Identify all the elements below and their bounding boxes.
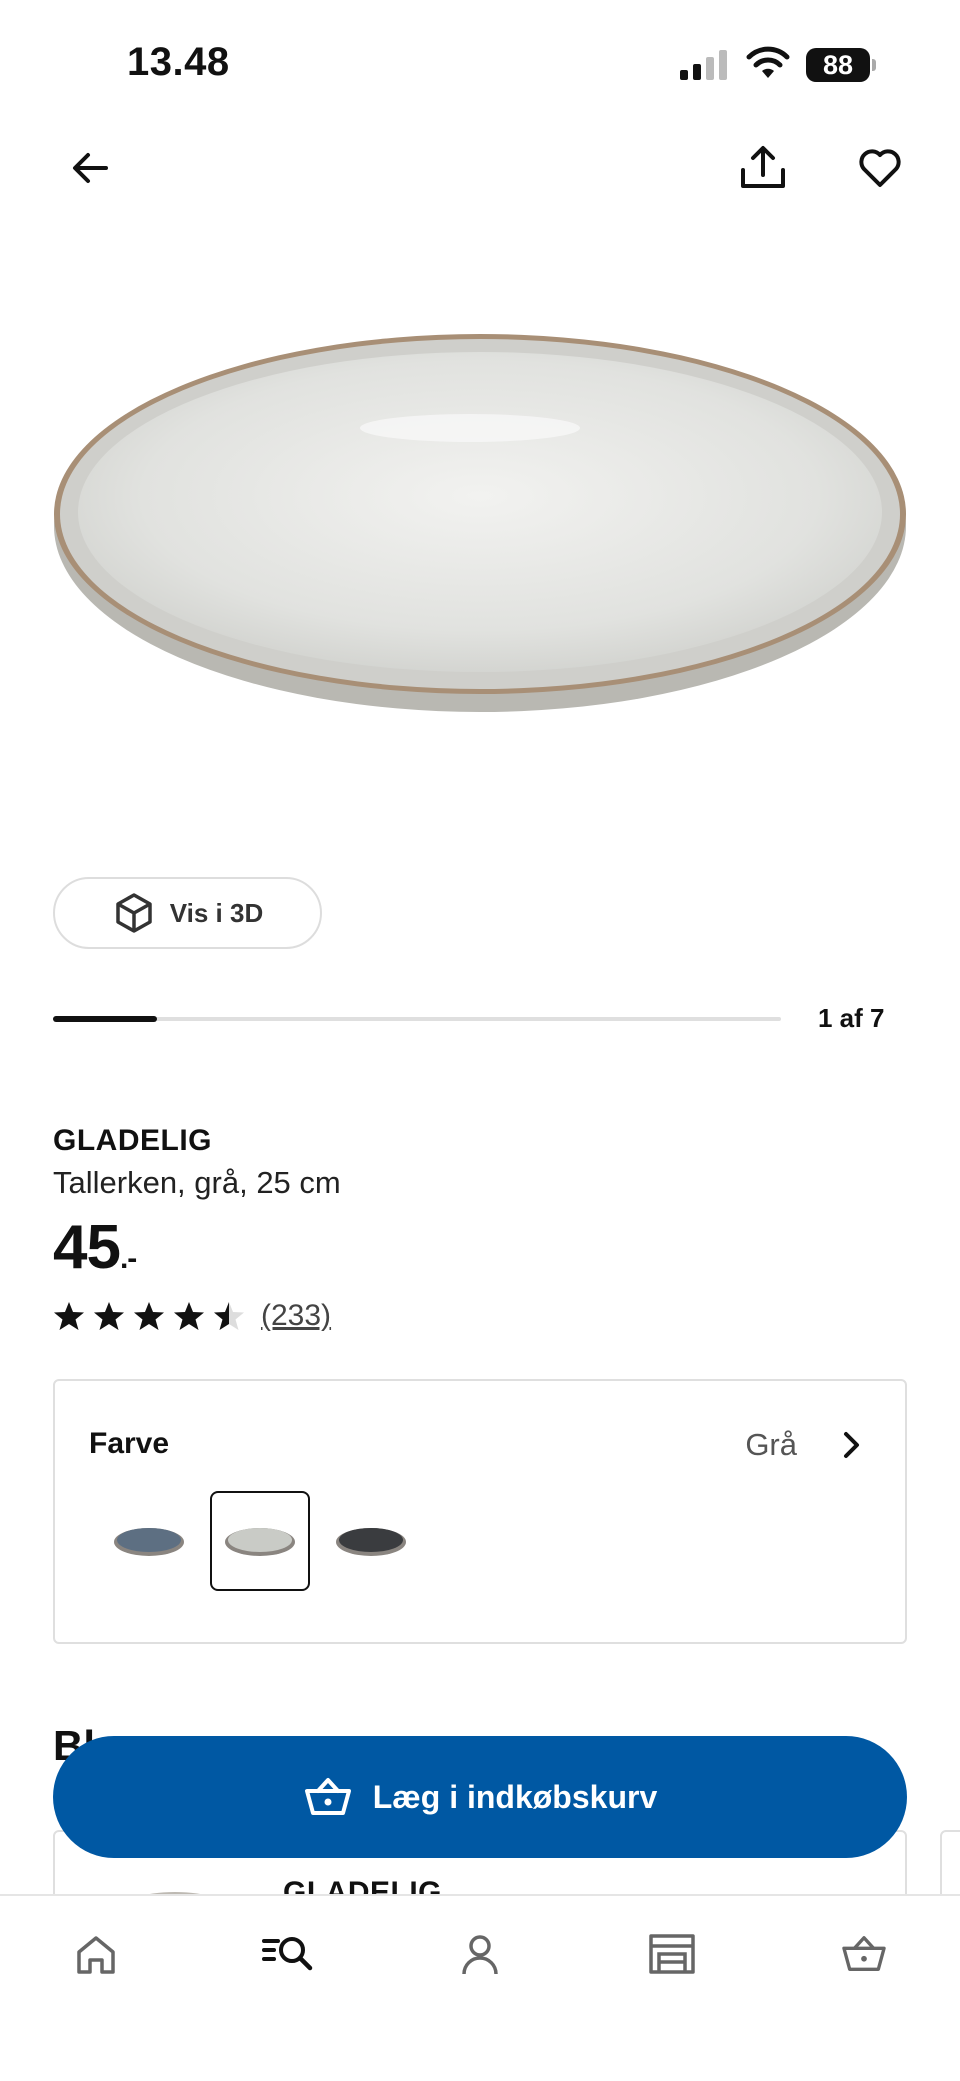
price-suffix: .- (119, 1242, 137, 1275)
gallery-progress-fill (53, 1016, 158, 1022)
color-swatch[interactable] (321, 1491, 421, 1591)
star-icon (134, 1302, 164, 1330)
product-image[interactable] (40, 300, 920, 760)
add-to-cart-button[interactable]: Læg i indkøbskurv (53, 1736, 907, 1858)
nav-store[interactable] (632, 1924, 712, 1984)
gallery-counter: 1 af 7 (818, 1003, 885, 1033)
back-button[interactable] (58, 136, 122, 200)
profile-icon (462, 1935, 498, 1975)
nav-search[interactable] (248, 1924, 328, 1984)
nav-cart[interactable] (824, 1924, 904, 1984)
cart-icon (842, 1936, 886, 1971)
color-swatch[interactable] (210, 1491, 310, 1591)
search-icon (262, 1937, 313, 1971)
view-3d-label: Vis i 3D (169, 897, 264, 928)
view-3d-button[interactable]: Vis i 3D (53, 877, 322, 949)
heart-icon (859, 149, 901, 187)
star-icon (94, 1302, 124, 1330)
store-icon (649, 1934, 695, 1974)
status-bar: 13.48 88 (0, 0, 960, 130)
price-value: 45 (53, 1213, 121, 1282)
product-price: 45.- (53, 1212, 137, 1283)
star-icon (214, 1302, 244, 1330)
battery-level: 88 (806, 48, 870, 82)
arrow-left-icon (73, 153, 108, 183)
star-icon (174, 1302, 204, 1330)
gallery-progress (53, 1016, 781, 1022)
home-icon (77, 1936, 115, 1974)
nav-home[interactable] (56, 1924, 136, 1984)
color-label: Farve (89, 1427, 170, 1460)
rating[interactable]: (233) (53, 1298, 331, 1334)
swatch-plate-icon (225, 1528, 295, 1556)
product-name: GLADELIG (53, 1124, 212, 1157)
color-selector[interactable]: Farve Grå (53, 1379, 907, 1644)
rating-stars (53, 1300, 245, 1332)
share-button[interactable] (731, 136, 795, 200)
swatch-plate-icon (114, 1528, 184, 1556)
color-swatch[interactable] (99, 1491, 199, 1591)
review-count-link[interactable]: (233) (261, 1299, 331, 1333)
chevron-right-icon[interactable] (831, 1425, 871, 1465)
share-icon (741, 146, 785, 188)
nav-profile[interactable] (440, 1924, 520, 1984)
swatch-plate-icon (336, 1528, 406, 1556)
cellular-signal-icon (680, 50, 727, 80)
bottom-navigation (0, 1894, 960, 2081)
add-to-cart-label: Læg i indkøbskurv (372, 1778, 658, 1815)
cube-icon (116, 893, 152, 933)
basket-icon (304, 1778, 351, 1815)
favorite-button[interactable] (848, 136, 912, 200)
wifi-icon (746, 46, 790, 78)
battery-icon: 88 (806, 48, 876, 82)
color-selected-value: Grå (745, 1427, 797, 1462)
product-description: Tallerken, grå, 25 cm (53, 1165, 341, 1200)
star-icon (54, 1302, 84, 1330)
status-time: 13.48 (127, 40, 230, 84)
